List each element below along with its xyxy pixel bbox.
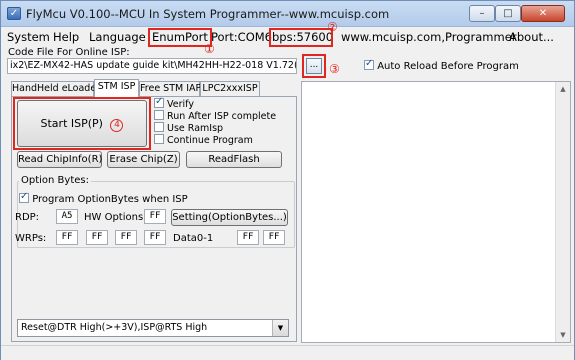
app-logo-icon: ✓ bbox=[7, 7, 21, 20]
program-optionbytes-label: Program OptionBytes when ISP bbox=[32, 194, 188, 205]
wrp-field[interactable]: FF bbox=[56, 230, 78, 245]
menu-language[interactable]: Language bbox=[89, 30, 146, 44]
annotation-number-4: 4 bbox=[110, 119, 124, 132]
continue-program-label: Continue Program bbox=[167, 135, 253, 146]
hw-options-label: HW Options: bbox=[84, 212, 147, 223]
auto-reload-label: Auto Reload Before Program bbox=[377, 61, 519, 72]
option-continue-program[interactable]: Continue Program bbox=[154, 134, 253, 146]
title-bar: ✓ FlyMcu V0.100--MCU In System Programme… bbox=[1, 1, 574, 27]
start-isp-button[interactable]: Start ISP(P) 4 bbox=[17, 100, 147, 147]
wrp-field[interactable]: FF bbox=[115, 230, 137, 245]
verify-checkbox[interactable] bbox=[154, 96, 164, 108]
wrps-label: WRPs: bbox=[15, 233, 47, 244]
data-0-1-label: Data0-1 bbox=[173, 233, 214, 244]
menu-port[interactable]: Port:COM6 bbox=[211, 30, 272, 44]
minimize-button[interactable]: – bbox=[469, 5, 495, 22]
annotation-number-2: ② bbox=[327, 20, 338, 34]
log-scrollbar[interactable]: ▲ ▼ bbox=[555, 82, 570, 342]
hw-options-field[interactable]: FF bbox=[144, 209, 166, 224]
tab-lpc2xxx-isp[interactable]: LPC2xxxISP bbox=[200, 81, 260, 96]
read-chipinfo-button[interactable]: Read ChipInfo(R) bbox=[17, 151, 102, 168]
option-bytes-title: Option Bytes: bbox=[19, 175, 91, 186]
use-ramisp-label: Use RamIsp bbox=[167, 123, 224, 134]
log-output-area[interactable]: ▲ ▼ bbox=[301, 81, 571, 343]
wrp-field[interactable]: FF bbox=[144, 230, 166, 245]
app-window: ✓ FlyMcu V0.100--MCU In System Programme… bbox=[0, 0, 575, 360]
verify-label: Verify bbox=[167, 99, 194, 110]
annotation-box-bps bbox=[269, 28, 333, 47]
data-field[interactable]: FF bbox=[263, 230, 285, 245]
status-bar bbox=[1, 345, 574, 360]
menu-about[interactable]: About... bbox=[509, 30, 554, 44]
tab-handheld-eloader[interactable]: HandHeld eLoader bbox=[11, 81, 100, 96]
wrp-field[interactable]: FF bbox=[86, 230, 108, 245]
rdp-label: RDP: bbox=[15, 212, 40, 223]
code-file-label: Code File For Online ISP: bbox=[8, 47, 130, 58]
annotation-number-1: ① bbox=[204, 42, 215, 56]
rdp-field[interactable]: A5 bbox=[56, 209, 78, 224]
scroll-down-icon[interactable]: ▼ bbox=[556, 328, 570, 342]
hex-file-path-field[interactable]: ix2\EZ-MX42-HAS update guide kit\MH42HH-… bbox=[7, 58, 297, 74]
auto-reload-option[interactable]: Auto Reload Before Program bbox=[364, 58, 519, 72]
reset-mode-dropdown[interactable]: Reset@DTR High(>+3V),ISP@RTS High ▼ bbox=[17, 319, 289, 337]
close-button[interactable]: ✕ bbox=[521, 5, 565, 22]
setting-optionbytes-button[interactable]: Setting(OptionBytes...) bbox=[171, 209, 288, 226]
option-run-after-isp[interactable]: Run After ISP complete bbox=[154, 110, 276, 122]
annotation-box-enumport bbox=[148, 28, 212, 47]
use-ramisp-checkbox[interactable] bbox=[154, 122, 164, 132]
tab-stm-isp[interactable]: STM ISP bbox=[94, 79, 139, 97]
program-optionbytes-checkbox[interactable] bbox=[19, 191, 29, 203]
option-verify[interactable]: Verify bbox=[154, 96, 194, 110]
run-after-isp-checkbox[interactable] bbox=[154, 110, 164, 120]
menu-system[interactable]: System bbox=[7, 30, 50, 44]
window-title: FlyMcu V0.100--MCU In System Programmer-… bbox=[26, 7, 390, 21]
scroll-up-icon[interactable]: ▲ bbox=[556, 82, 570, 96]
auto-reload-checkbox[interactable] bbox=[364, 58, 374, 70]
chevron-down-icon[interactable]: ▼ bbox=[272, 320, 288, 336]
data-field[interactable]: FF bbox=[237, 230, 259, 245]
tab-free-stm-iap[interactable]: Free STM IAP bbox=[139, 81, 201, 96]
continue-program-checkbox[interactable] bbox=[154, 134, 164, 144]
annotation-number-3: ③ bbox=[329, 62, 340, 76]
menu-help[interactable]: Help bbox=[53, 30, 79, 44]
option-use-ramisp[interactable]: Use RamIsp bbox=[154, 122, 223, 134]
menu-website-programmer[interactable]: www.mcuisp.com,Programmer bbox=[341, 30, 517, 44]
erase-chip-button[interactable]: Erase Chip(Z) bbox=[107, 151, 180, 168]
run-after-isp-label: Run After ISP complete bbox=[167, 111, 277, 122]
read-flash-button[interactable]: ReadFlash bbox=[186, 151, 282, 168]
maximize-button[interactable]: □ bbox=[495, 5, 521, 22]
reset-mode-value: Reset@DTR High(>+3V),ISP@RTS High bbox=[21, 322, 208, 333]
browse-file-button[interactable]: ... bbox=[306, 58, 322, 74]
program-optionbytes-option[interactable]: Program OptionBytes when ISP bbox=[19, 191, 188, 205]
start-isp-label: Start ISP(P) bbox=[40, 117, 103, 130]
